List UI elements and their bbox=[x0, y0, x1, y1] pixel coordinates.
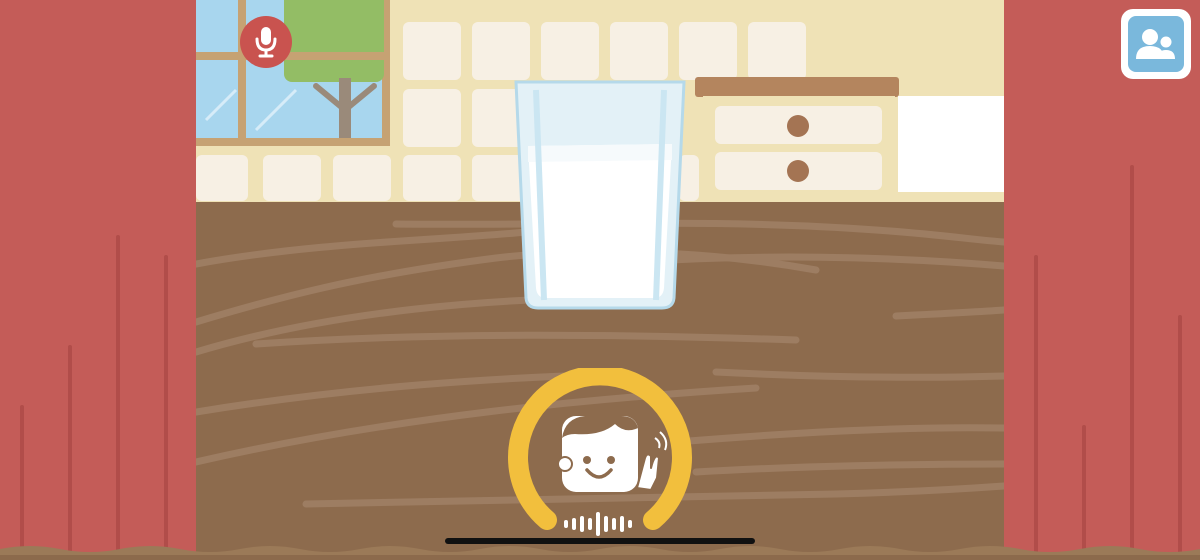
counter-panel bbox=[898, 96, 1004, 192]
home-indicator[interactable] bbox=[445, 538, 755, 544]
profile-switch-button[interactable] bbox=[1121, 9, 1191, 79]
listening-face-icon bbox=[557, 416, 668, 492]
drawer-knob bbox=[787, 160, 809, 182]
stage-edge bbox=[0, 546, 1200, 555]
wall-tile bbox=[541, 22, 599, 80]
wall-tile bbox=[610, 22, 668, 80]
profile-switch-icon bbox=[1136, 29, 1175, 59]
wall-tile bbox=[263, 155, 321, 201]
listen-button[interactable] bbox=[505, 365, 695, 538]
drawer-knob bbox=[787, 115, 809, 137]
left-curtain bbox=[0, 0, 196, 555]
dresser-top bbox=[695, 77, 899, 97]
wall-tile bbox=[403, 89, 461, 147]
glass-of-milk bbox=[514, 80, 686, 310]
listening-ring bbox=[508, 365, 692, 536]
microphone-icon bbox=[255, 27, 277, 58]
window-frame-lines bbox=[196, 0, 390, 146]
wall-tile bbox=[403, 155, 461, 201]
microphone-button[interactable] bbox=[240, 16, 292, 68]
wall-tile bbox=[748, 22, 806, 80]
kitchen-window bbox=[196, 0, 390, 146]
wall-tile bbox=[333, 155, 391, 201]
right-curtain bbox=[1004, 0, 1200, 555]
wall-tile bbox=[196, 155, 248, 201]
sound-wave-icon bbox=[564, 512, 632, 536]
wall-tile bbox=[679, 22, 737, 80]
wall-tile bbox=[403, 22, 461, 80]
wall-tile bbox=[472, 22, 530, 80]
